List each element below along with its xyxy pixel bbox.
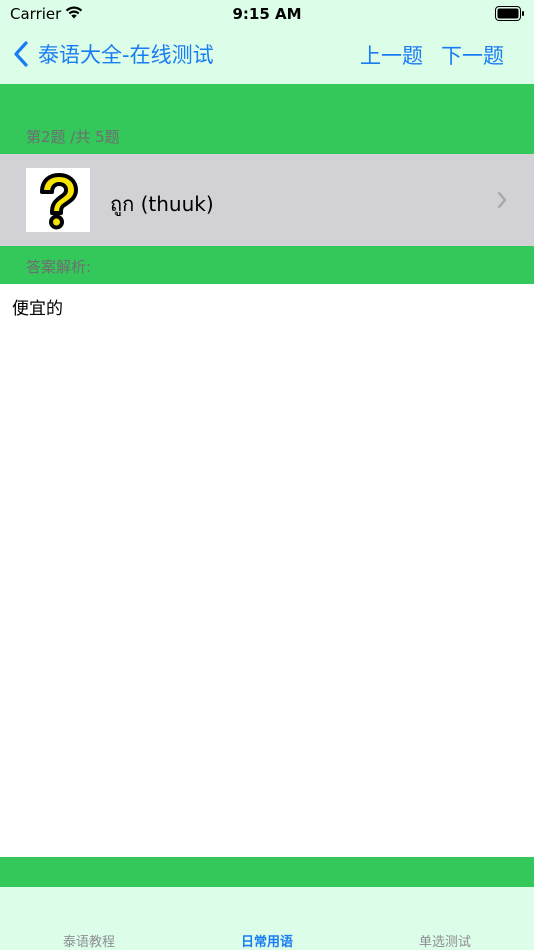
question-thumbnail xyxy=(26,168,90,232)
next-question-button[interactable]: 下一题 xyxy=(441,40,504,70)
answer-text: 便宜的 xyxy=(12,299,63,319)
tab-bar: 泰语教程 日常用语 单选测试 xyxy=(0,887,534,950)
tab-thai-tutorial[interactable]: 泰语教程 xyxy=(0,931,178,950)
clock: 9:15 AM xyxy=(232,5,302,23)
chevron-left-icon xyxy=(14,41,28,67)
previous-question-button[interactable]: 上一题 xyxy=(360,40,423,70)
chevron-right-icon xyxy=(497,191,507,209)
back-button[interactable]: 泰语大全-在线测试 xyxy=(12,38,214,70)
tab-daily-phrases[interactable]: 日常用语 xyxy=(178,931,356,950)
question-counter: 第2题 /共 5题 xyxy=(26,128,120,146)
bottom-strip xyxy=(0,857,534,887)
status-bar: Carrier 9:15 AM xyxy=(0,0,534,28)
question-mark-icon xyxy=(26,168,90,232)
question-cell[interactable]: ถูก (thuuk) xyxy=(0,154,534,246)
top-bar: Carrier 9:15 AM 泰语大全-在线测试 上一题 下一题 xyxy=(0,0,534,84)
navigation-bar: 泰语大全-在线测试 上一题 下一题 xyxy=(0,28,534,84)
tab-single-choice-quiz[interactable]: 单选测试 xyxy=(356,931,534,950)
thai-word: ถูก (thuuk) xyxy=(110,192,214,216)
back-button-title: 泰语大全-在线测试 xyxy=(38,43,214,67)
answer-label: 答案解析: xyxy=(26,258,92,276)
battery-icon xyxy=(495,6,524,21)
